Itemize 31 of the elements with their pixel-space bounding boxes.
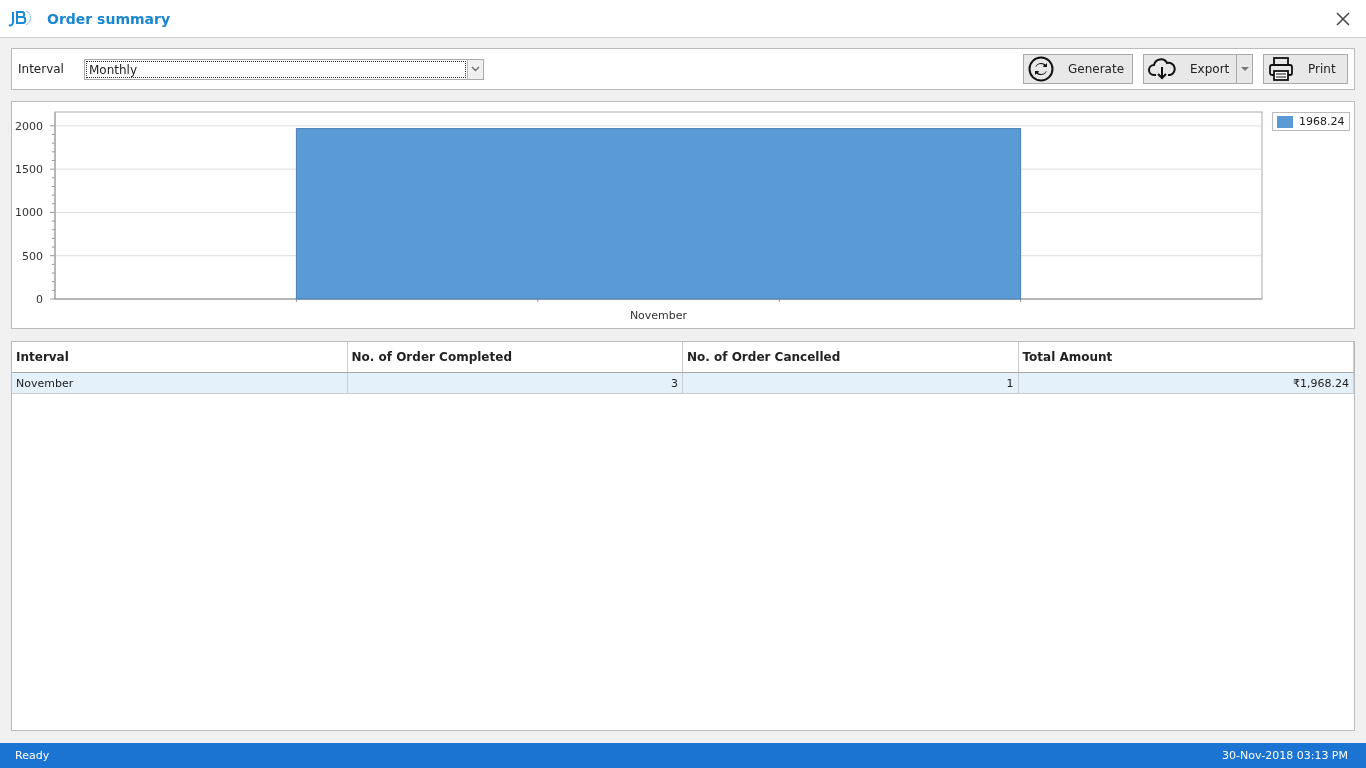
y-axis-label: 1500 xyxy=(15,163,43,177)
refresh-icon xyxy=(1028,56,1054,82)
column-header[interactable]: No. of Order Completed xyxy=(347,342,683,372)
status-text: Ready xyxy=(15,749,50,762)
generate-button[interactable]: Generate xyxy=(1023,54,1133,84)
legend-label: 1968.24 xyxy=(1299,115,1345,128)
cloud-download-icon xyxy=(1148,58,1176,80)
logo-icon xyxy=(8,8,34,29)
status-datetime: 30-Nov-2018 03:13 PM xyxy=(1222,749,1348,762)
export-button[interactable]: Export xyxy=(1143,54,1237,84)
dropdown-caret-button[interactable] xyxy=(1237,54,1253,84)
table-cell: 1 xyxy=(683,373,1019,393)
interval-label: Interval xyxy=(18,62,65,76)
y-axis-label: 500 xyxy=(22,249,43,263)
y-axis-label: 1000 xyxy=(15,206,43,220)
x-axis-label: November xyxy=(629,309,688,322)
caret-icon xyxy=(1240,67,1249,71)
table-cell: ₹1,968.24 xyxy=(1018,373,1354,393)
y-axis-label: 0 xyxy=(36,293,43,306)
table-cell: 3 xyxy=(347,373,683,393)
column-header[interactable]: Interval xyxy=(12,342,348,372)
printer-icon xyxy=(1268,56,1294,82)
column-header[interactable]: No. of Order Cancelled xyxy=(683,342,1019,372)
window-title: Order summary xyxy=(47,10,171,27)
table-cell: November xyxy=(12,373,348,393)
y-axis-label: 2000 xyxy=(15,119,43,133)
print-button[interactable]: Print xyxy=(1263,54,1348,84)
column-header[interactable]: Total Amount xyxy=(1018,342,1354,372)
interval-dropdown[interactable]: Monthly xyxy=(84,58,484,80)
legend-swatch-icon xyxy=(1277,115,1293,128)
table-row[interactable]: November 3 1 ₹1,968.24 xyxy=(12,373,1354,394)
